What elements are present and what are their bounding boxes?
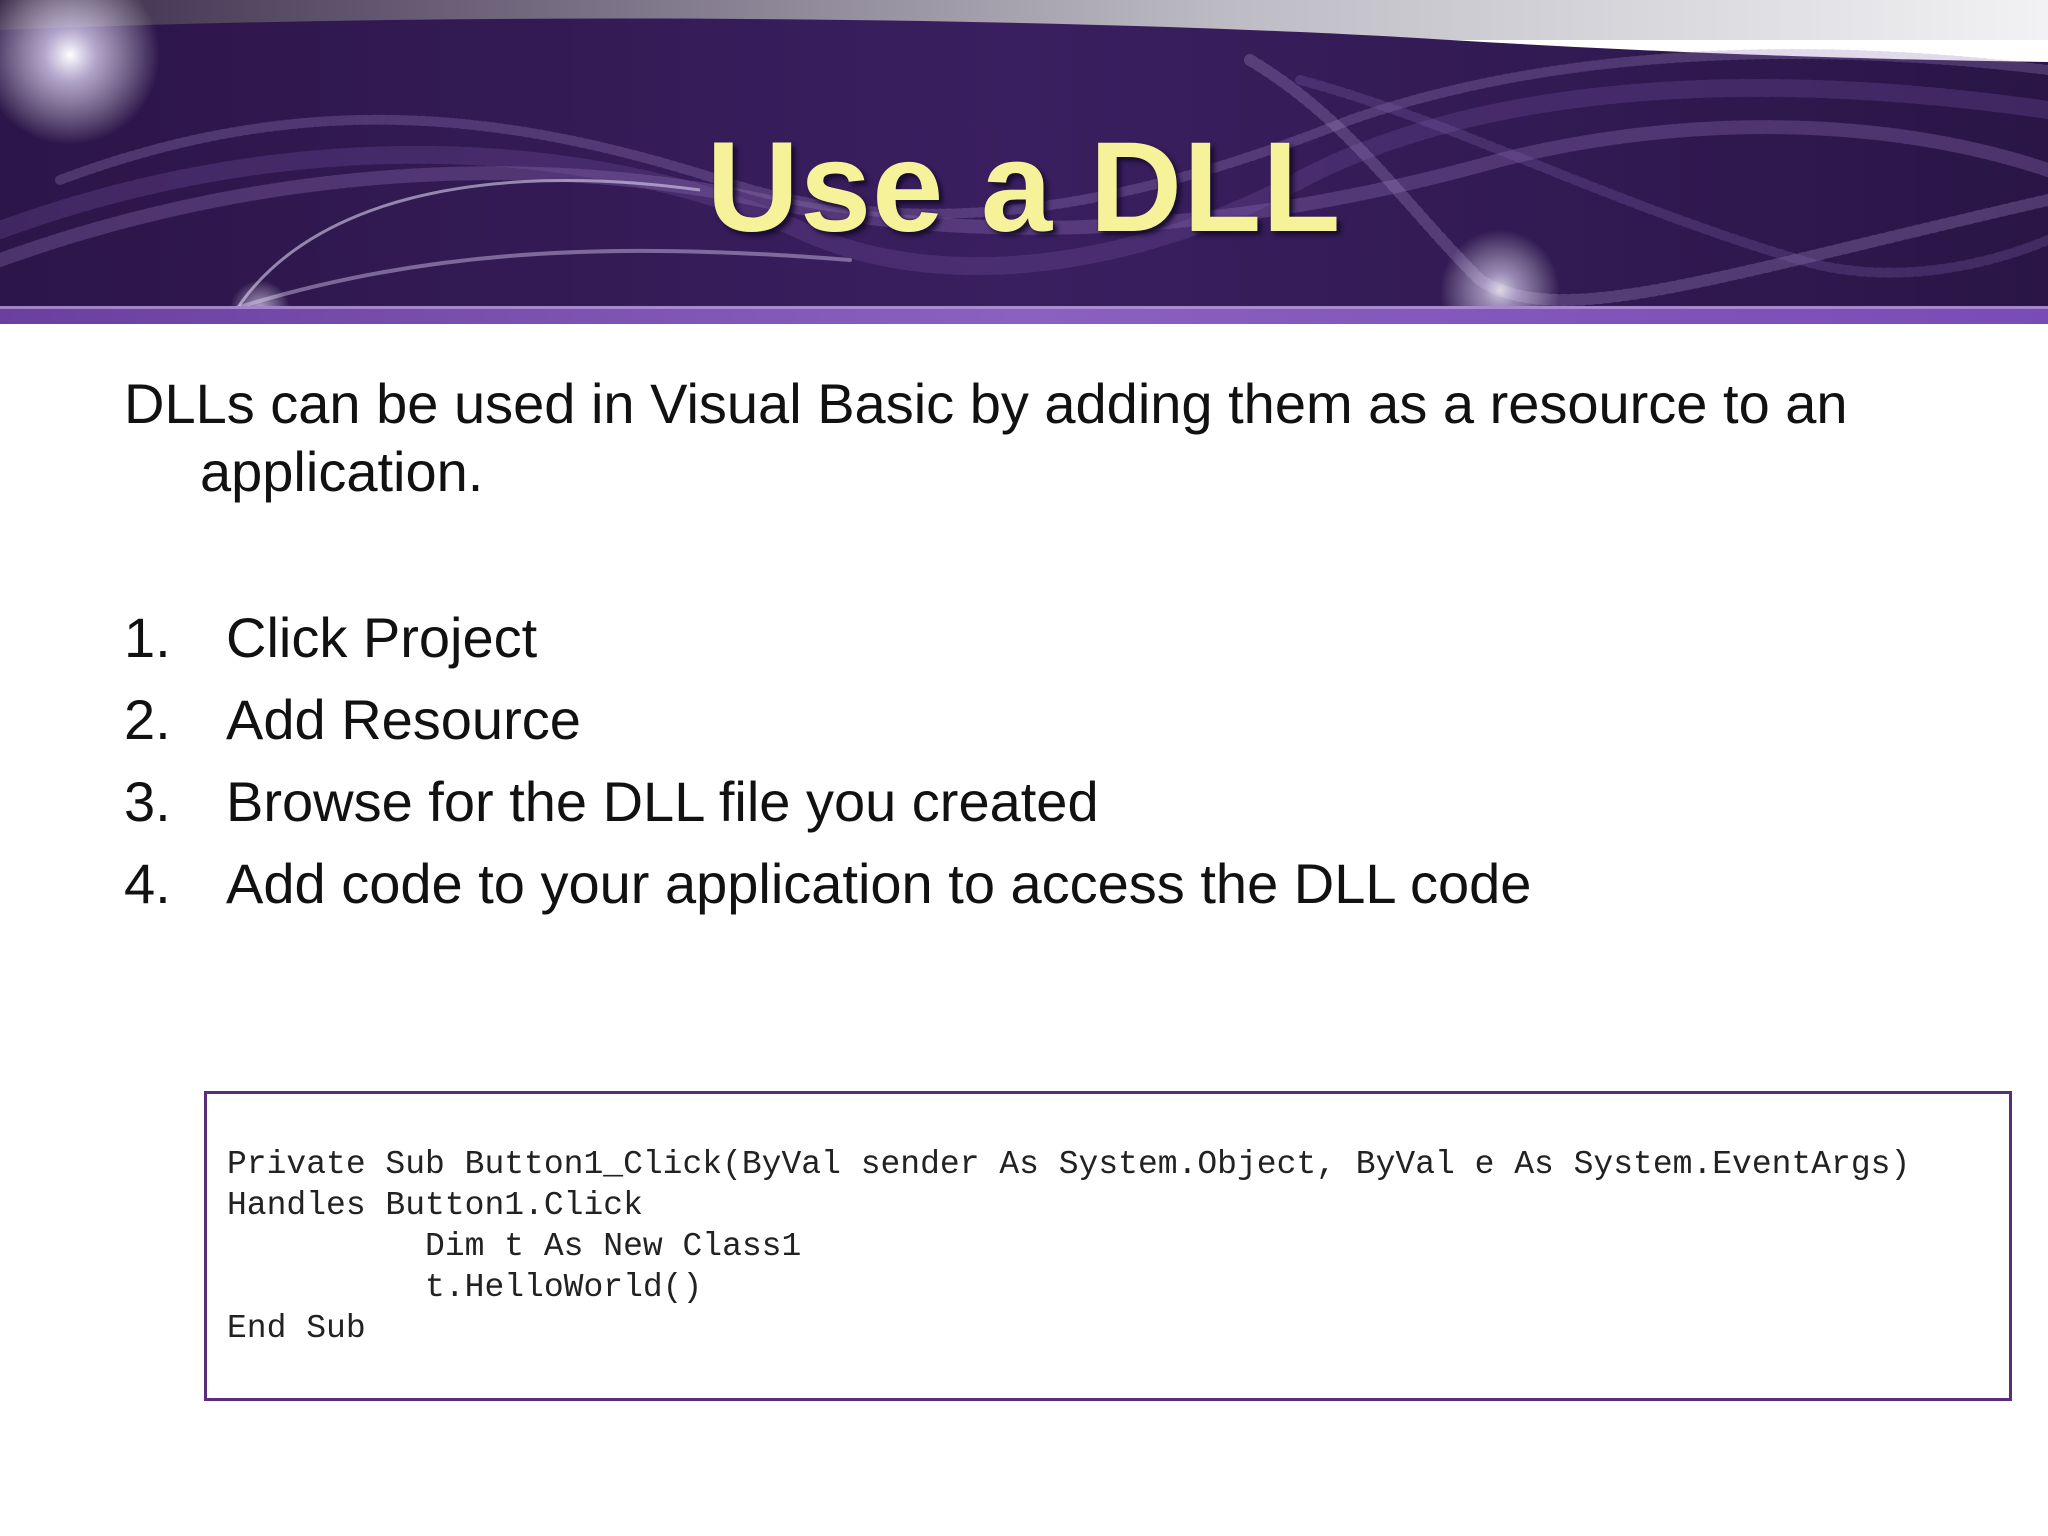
list-item: 1. Click Project <box>124 604 1944 686</box>
list-item: 4. Add code to your application to acces… <box>124 850 1944 932</box>
step-text: Add Resource <box>226 688 581 751</box>
slide-title: Use a DLL <box>706 116 1342 259</box>
step-text: Click Project <box>226 606 538 669</box>
code-snippet: Private Sub Button1_Click(ByVal sender A… <box>227 1146 1911 1347</box>
step-number: 2. <box>124 688 171 751</box>
list-item: 3. Browse for the DLL file you created <box>124 768 1944 850</box>
code-snippet-box: Private Sub Button1_Click(ByVal sender A… <box>204 1091 2012 1401</box>
step-text: Browse for the DLL file you created <box>226 770 1099 833</box>
step-number: 4. <box>124 852 171 915</box>
step-number: 3. <box>124 770 171 833</box>
intro-paragraph: DLLs can be used in Visual Basic by addi… <box>124 372 1848 503</box>
step-number: 1. <box>124 606 171 669</box>
title-banner: Use a DLL <box>0 0 2048 324</box>
steps-list: 1. Click Project 2. Add Resource 3. Brow… <box>124 604 1944 932</box>
step-text: Add code to your application to access t… <box>226 852 1532 915</box>
list-item: 2. Add Resource <box>124 686 1944 768</box>
